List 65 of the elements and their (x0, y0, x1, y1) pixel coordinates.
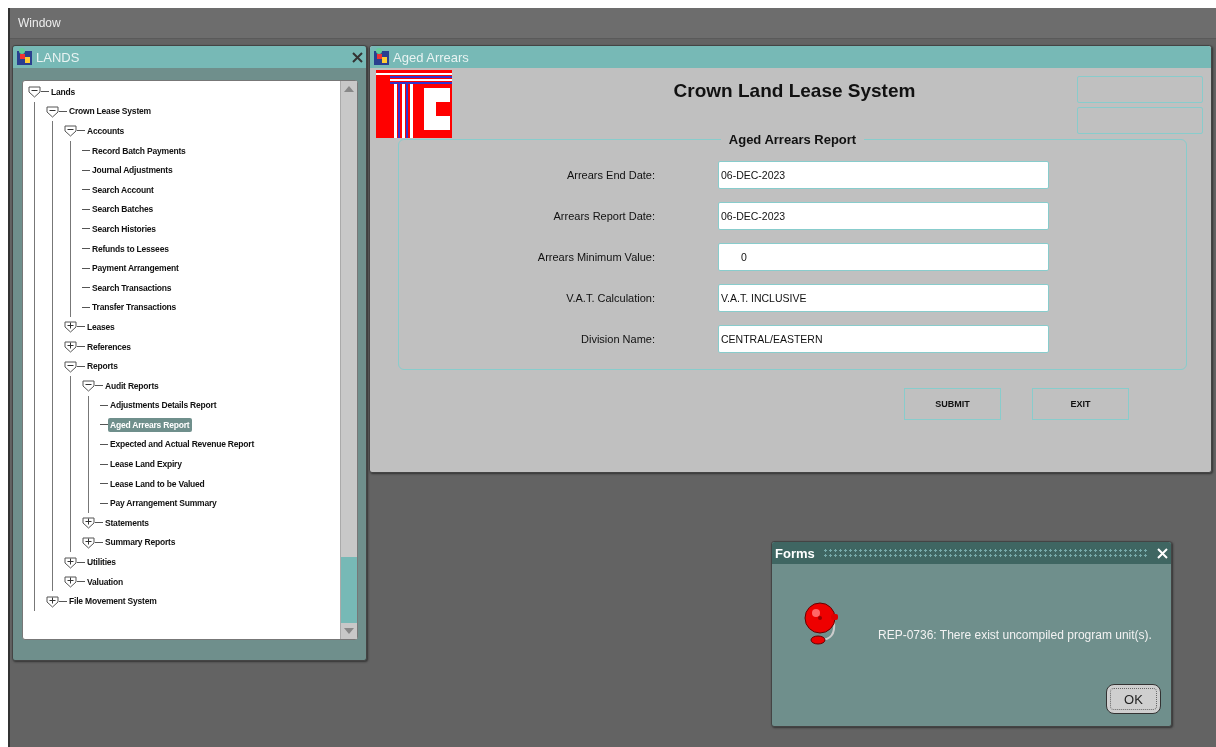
input-field[interactable]: V.A.T. INCLUSIVE (718, 284, 1049, 312)
expand-icon[interactable] (64, 340, 77, 353)
field-label: Arrears End Date: (565, 169, 655, 181)
tree-item[interactable]: Search Batches (90, 202, 155, 217)
logo-icon (376, 70, 452, 138)
tree-item[interactable]: Payment Arrangement (90, 261, 181, 276)
expand-icon[interactable] (64, 555, 77, 569)
window-title: LANDS (36, 49, 80, 65)
tree-item[interactable]: Record Batch Payments (90, 143, 188, 158)
expand-icon[interactable] (64, 320, 77, 334)
tree-item[interactable]: Adjustments Details Report (108, 398, 219, 413)
tree-item[interactable]: Transfer Transactions (90, 300, 179, 315)
tree-item[interactable]: Search Account (90, 182, 156, 197)
input-field[interactable]: 06-DEC-2023 (718, 202, 1049, 230)
tree-item[interactable]: Lands (49, 84, 78, 99)
collapse-icon[interactable] (28, 85, 41, 99)
tree-item[interactable]: Statements (103, 515, 151, 530)
tree-item[interactable]: Reports (85, 359, 120, 374)
tree-item[interactable]: Journal Adjustments (90, 163, 175, 178)
tree-item[interactable]: References (85, 339, 133, 354)
app-icon (16, 48, 34, 66)
error-message: REP-0736: There exist uncompiled program unit(s). (878, 627, 1152, 642)
field-label: Division Name: (580, 333, 655, 345)
dialog-title: Forms (775, 545, 815, 561)
tree-item[interactable]: Pay Arrangement Summary (108, 496, 219, 511)
collapse-icon[interactable] (82, 379, 95, 393)
tree-item[interactable]: Lease Land Expiry (108, 457, 184, 472)
tree-item[interactable]: Valuation (85, 574, 125, 589)
tree-item[interactable]: Aged Arrears Report (108, 417, 192, 432)
tree-item[interactable]: Leases (85, 319, 117, 334)
input-field[interactable]: 0 (718, 243, 1049, 271)
tree-item[interactable]: Search Histories (90, 221, 158, 236)
tree-item[interactable]: Accounts (85, 124, 127, 138)
exit-button[interactable]: EXIT (1032, 388, 1129, 420)
expand-icon[interactable] (82, 516, 95, 530)
window-title: Aged Arrears (393, 49, 469, 65)
input-field[interactable]: 06-DEC-2023 (718, 161, 1049, 189)
submit-button[interactable]: SUBMIT (904, 388, 1001, 420)
expand-icon[interactable] (64, 575, 77, 589)
close-icon[interactable] (352, 51, 363, 63)
tree-item[interactable]: Refunds to Lessees (90, 241, 171, 256)
collapse-icon[interactable] (64, 359, 77, 373)
tree-item[interactable]: File Movement System (67, 594, 159, 609)
tree-item[interactable]: Lease Land to be Valued (108, 476, 207, 491)
collapse-icon[interactable] (46, 104, 59, 118)
tree-item[interactable]: Utilities (85, 555, 118, 570)
expand-icon[interactable] (46, 594, 59, 608)
collapse-icon[interactable] (64, 124, 77, 138)
ok-button[interactable]: OK (1106, 684, 1161, 714)
app-icon (373, 48, 391, 66)
input-field[interactable]: CENTRAL/EASTERN (718, 325, 1049, 353)
field-label: V.A.T. Calculation: (565, 292, 655, 304)
tree-item[interactable]: Summary Reports (103, 535, 178, 550)
form-heading: Crown Land Lease System (672, 79, 917, 102)
scroll-thumb[interactable] (341, 557, 357, 623)
tree-item[interactable]: Crown Lease System (67, 104, 153, 119)
tree-item[interactable]: Expected and Actual Revenue Report (108, 437, 257, 452)
field-label: Arrears Minimum Value: (536, 251, 655, 263)
tree-item[interactable]: Search Transactions (90, 280, 174, 295)
scrollbar[interactable] (340, 81, 357, 639)
menu-item[interactable]: Window (18, 16, 61, 30)
section-title: Aged Arrears Report (727, 132, 858, 147)
tree-item[interactable]: Audit Reports (103, 378, 161, 393)
field-label: Arrears Report Date: (552, 210, 655, 222)
expand-icon[interactable] (82, 535, 95, 549)
